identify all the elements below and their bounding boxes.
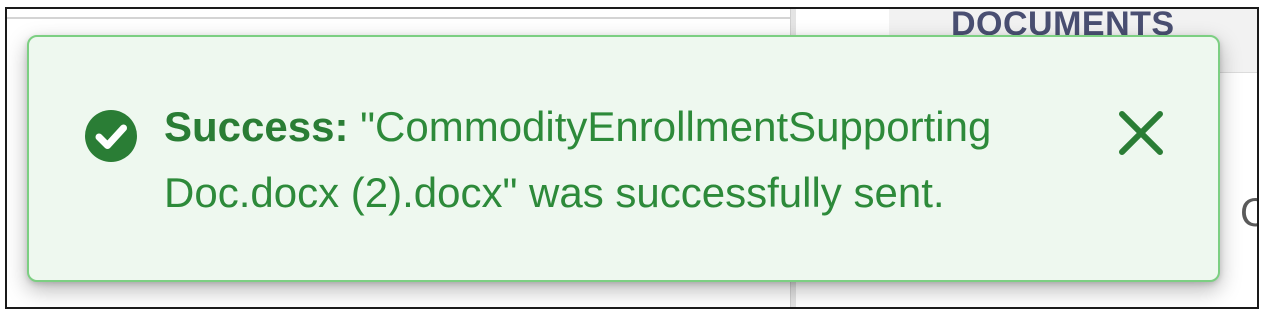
success-toast: Success: "CommodityEnrollmentSupporting … bbox=[27, 35, 1220, 282]
background-divider-line bbox=[7, 17, 790, 19]
toast-status-label: Success: bbox=[164, 103, 349, 150]
background-partial-text: C bbox=[1240, 191, 1257, 236]
close-icon[interactable] bbox=[1115, 107, 1167, 159]
check-circle-icon bbox=[85, 110, 137, 162]
screenshot-frame: DOCUMENTS C Success: "CommodityEnrollmen… bbox=[5, 7, 1259, 309]
toast-message: Success: "CommodityEnrollmentSupporting … bbox=[164, 94, 1084, 226]
